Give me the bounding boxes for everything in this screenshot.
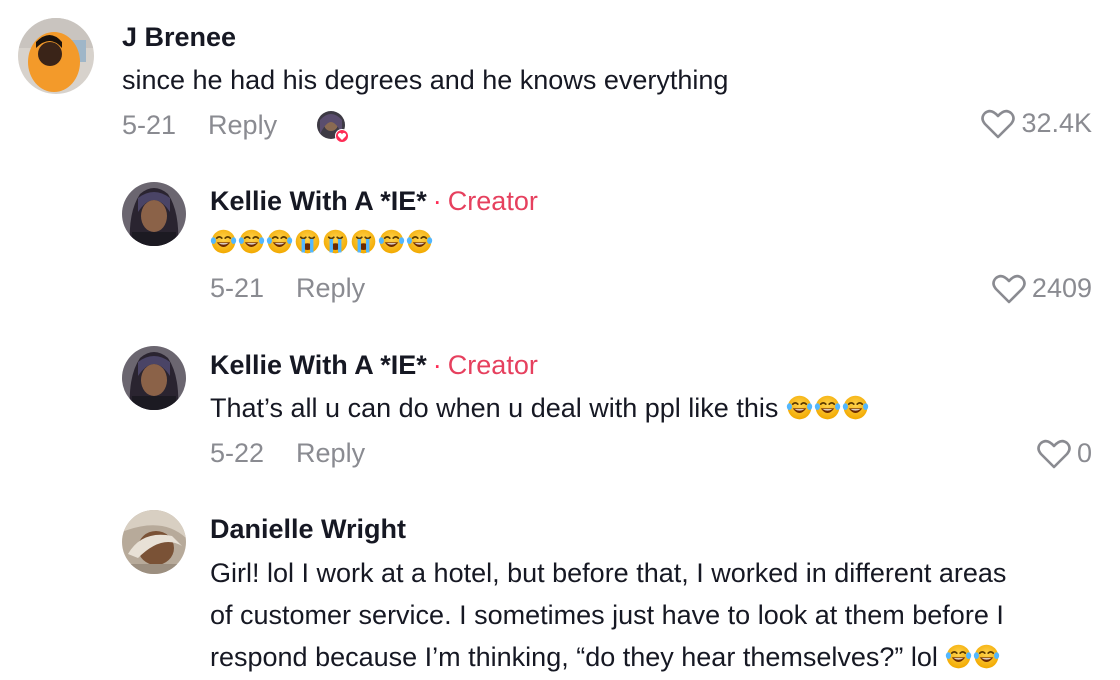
like-count: 0 — [1076, 438, 1092, 468]
creator-liked-avatar — [316, 110, 350, 144]
avatar[interactable] — [18, 18, 94, 94]
laughing-tears-emoji-icon — [786, 394, 813, 421]
crying-emoji-icon — [350, 228, 377, 255]
reply-button[interactable]: Reply — [208, 110, 277, 141]
comment-meta: 5-21 Reply — [210, 273, 365, 304]
like-button[interactable]: 32.4K — [981, 108, 1092, 139]
comment-text: That’s all u can do when u deal with ppl… — [210, 393, 779, 423]
comment-text-line-3-wrap: respond because I’m thinking, “do they h… — [210, 636, 1001, 678]
separator: · — [432, 350, 442, 380]
comment-date: 5-22 — [210, 438, 265, 468]
comment-text-line-2: of customer service. I sometimes just ha… — [210, 600, 1004, 630]
laughing-tears-emoji-icon — [973, 643, 1000, 670]
creator-badge: Creator — [447, 350, 538, 380]
laughing-tears-emoji-icon — [238, 228, 265, 255]
crying-emoji-icon — [322, 228, 349, 255]
comment-text-line: That’s all u can do when u deal with ppl… — [210, 387, 870, 429]
comment-meta: 5-21 Reply — [122, 110, 277, 141]
like-count: 2409 — [1031, 273, 1092, 303]
comment-author[interactable]: Danielle Wright — [210, 514, 406, 545]
comment-author-line: Kellie With A *IE* · Creator — [210, 186, 538, 217]
creator-badge: Creator — [447, 186, 538, 216]
comment-author[interactable]: Kellie With A *IE* — [210, 186, 427, 216]
comment-meta: 5-22 Reply — [210, 438, 365, 469]
laughing-tears-emoji-icon — [210, 228, 237, 255]
laughing-tears-emoji-icon — [378, 228, 405, 255]
heart-outline-icon — [981, 109, 1016, 138]
laughing-tears-emoji-icon — [945, 643, 972, 670]
separator: · — [432, 186, 442, 216]
reply-button[interactable]: Reply — [296, 438, 365, 469]
comment-text-line-1: Girl! lol I work at a hotel, but before … — [210, 558, 1007, 588]
comment-author-line: Kellie With A *IE* · Creator — [210, 350, 538, 381]
laughing-tears-emoji-icon — [406, 228, 433, 255]
comment-author[interactable]: J Brenee — [122, 22, 236, 53]
like-count: 32.4K — [1021, 108, 1092, 138]
laughing-tears-emoji-icon — [266, 228, 293, 255]
comment-text: since he had his degrees and he knows ev… — [122, 65, 729, 95]
comment-author[interactable]: Kellie With A *IE* — [210, 350, 427, 380]
avatar[interactable] — [122, 346, 186, 410]
avatar[interactable] — [122, 510, 186, 574]
comment-date: 5-21 — [122, 110, 177, 140]
heart-outline-icon — [992, 274, 1026, 303]
like-button[interactable]: 2409 — [992, 273, 1092, 304]
comment-emojis — [210, 221, 434, 263]
heart-outline-icon — [1037, 439, 1071, 468]
reply-button[interactable]: Reply — [296, 273, 365, 304]
like-button[interactable]: 0 — [1037, 438, 1092, 469]
avatar[interactable] — [122, 182, 186, 246]
comment-text-line-3: respond because I’m thinking, “do they h… — [210, 642, 938, 672]
laughing-tears-emoji-icon — [814, 394, 841, 421]
comment-date: 5-21 — [210, 273, 265, 303]
crying-emoji-icon — [294, 228, 321, 255]
laughing-tears-emoji-icon — [842, 394, 869, 421]
